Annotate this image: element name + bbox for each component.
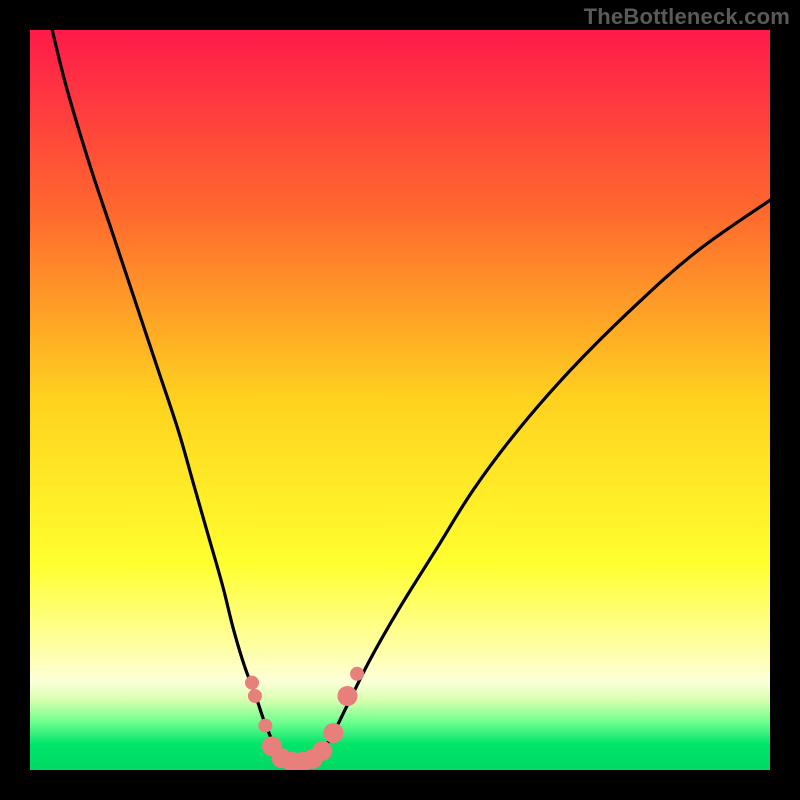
watermark-label: TheBottleneck.com [584,4,790,30]
background-gradient [30,30,770,770]
plot-area [30,30,770,770]
chart-frame: TheBottleneck.com [0,0,800,800]
